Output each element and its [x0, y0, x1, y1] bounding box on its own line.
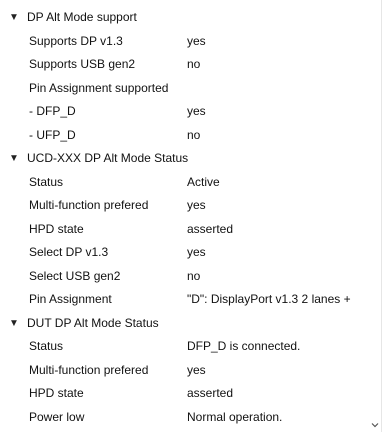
- property-value: DFP_D is connected.: [187, 339, 301, 353]
- property-value: no: [187, 268, 201, 283]
- property-row[interactable]: Pin Assignment "D": DisplayPort v1.3 2 l…: [0, 288, 370, 312]
- property-key: Pin Assignment: [29, 292, 112, 306]
- property-row[interactable]: Status Active: [0, 171, 370, 195]
- property-row[interactable]: Power low Normal operation.: [0, 406, 370, 430]
- property-row[interactable]: - DFP_D yes: [0, 100, 370, 124]
- expand-triangle-icon[interactable]: ▼: [9, 312, 19, 336]
- property-row[interactable]: HPD state asserted: [0, 218, 370, 242]
- property-key: Supports USB gen2: [29, 57, 136, 71]
- group-title: DUT DP Alt Mode Status: [27, 315, 159, 330]
- property-row[interactable]: Select DP v1.3 yes: [0, 241, 370, 265]
- expand-triangle-icon[interactable]: ▼: [9, 147, 19, 171]
- property-value: Active: [187, 174, 220, 189]
- property-row[interactable]: Supports USB gen2 no: [0, 53, 370, 77]
- property-key: - DFP_D: [29, 104, 76, 118]
- property-key: Multi-function prefered: [29, 198, 149, 212]
- group-header-dut-dp-alt-mode-status[interactable]: ▼ DUT DP Alt Mode Status: [0, 312, 370, 336]
- property-key: Supports DP v1.3: [29, 33, 123, 48]
- property-row[interactable]: Multi-function prefered yes: [0, 359, 370, 383]
- property-key: Multi-function prefered: [29, 362, 149, 377]
- property-row[interactable]: Status DFP_D is connected.: [0, 335, 370, 359]
- chevron-down-icon[interactable]: [371, 421, 379, 429]
- property-value: Normal operation.: [187, 409, 283, 424]
- property-key: HPD state: [29, 221, 84, 236]
- property-value: asserted: [187, 221, 234, 236]
- property-row[interactable]: - UFP_D no: [0, 124, 370, 148]
- group-header-ucd-dp-alt-mode-status[interactable]: ▼ UCD-XXX DP Alt Mode Status: [0, 147, 370, 171]
- property-key: Select DP v1.3: [29, 245, 109, 259]
- property-value: asserted: [187, 386, 234, 400]
- property-row[interactable]: Multi-function prefered yes: [0, 194, 370, 218]
- property-row[interactable]: Supports DP v1.3 yes: [0, 30, 370, 54]
- property-value: yes: [187, 33, 206, 48]
- property-key: Status: [29, 174, 64, 189]
- property-key: Pin Assignment supported: [29, 80, 169, 95]
- group-title: UCD-XXX DP Alt Mode Status: [27, 151, 189, 165]
- property-value: no: [187, 127, 201, 142]
- property-row[interactable]: Select USB gen2 no: [0, 265, 370, 289]
- property-key: Status: [29, 339, 64, 353]
- property-key: HPD state: [29, 386, 84, 400]
- group-header-dp-alt-mode-support[interactable]: ▼ DP Alt Mode support: [0, 6, 370, 30]
- vertical-scrollbar[interactable]: [369, 0, 381, 432]
- property-value: no: [187, 57, 201, 71]
- property-value: yes: [187, 362, 206, 377]
- property-key: - UFP_D: [29, 127, 76, 142]
- property-tree: ▼ DP Alt Mode support Supports DP v1.3 y…: [0, 6, 370, 429]
- property-value: yes: [187, 198, 206, 212]
- property-key: Select USB gen2: [29, 268, 121, 283]
- property-key: Power low: [29, 409, 85, 424]
- group-title: DP Alt Mode support: [27, 10, 137, 24]
- property-value: yes: [187, 104, 206, 118]
- expand-triangle-icon[interactable]: ▼: [9, 6, 19, 30]
- property-row[interactable]: Pin Assignment supported: [0, 77, 370, 101]
- properties-panel: ▼ DP Alt Mode support Supports DP v1.3 y…: [0, 0, 382, 432]
- property-value: yes: [187, 245, 206, 259]
- property-value: "D": DisplayPort v1.3 2 lanes +: [187, 292, 351, 306]
- property-row[interactable]: HPD state asserted: [0, 382, 370, 406]
